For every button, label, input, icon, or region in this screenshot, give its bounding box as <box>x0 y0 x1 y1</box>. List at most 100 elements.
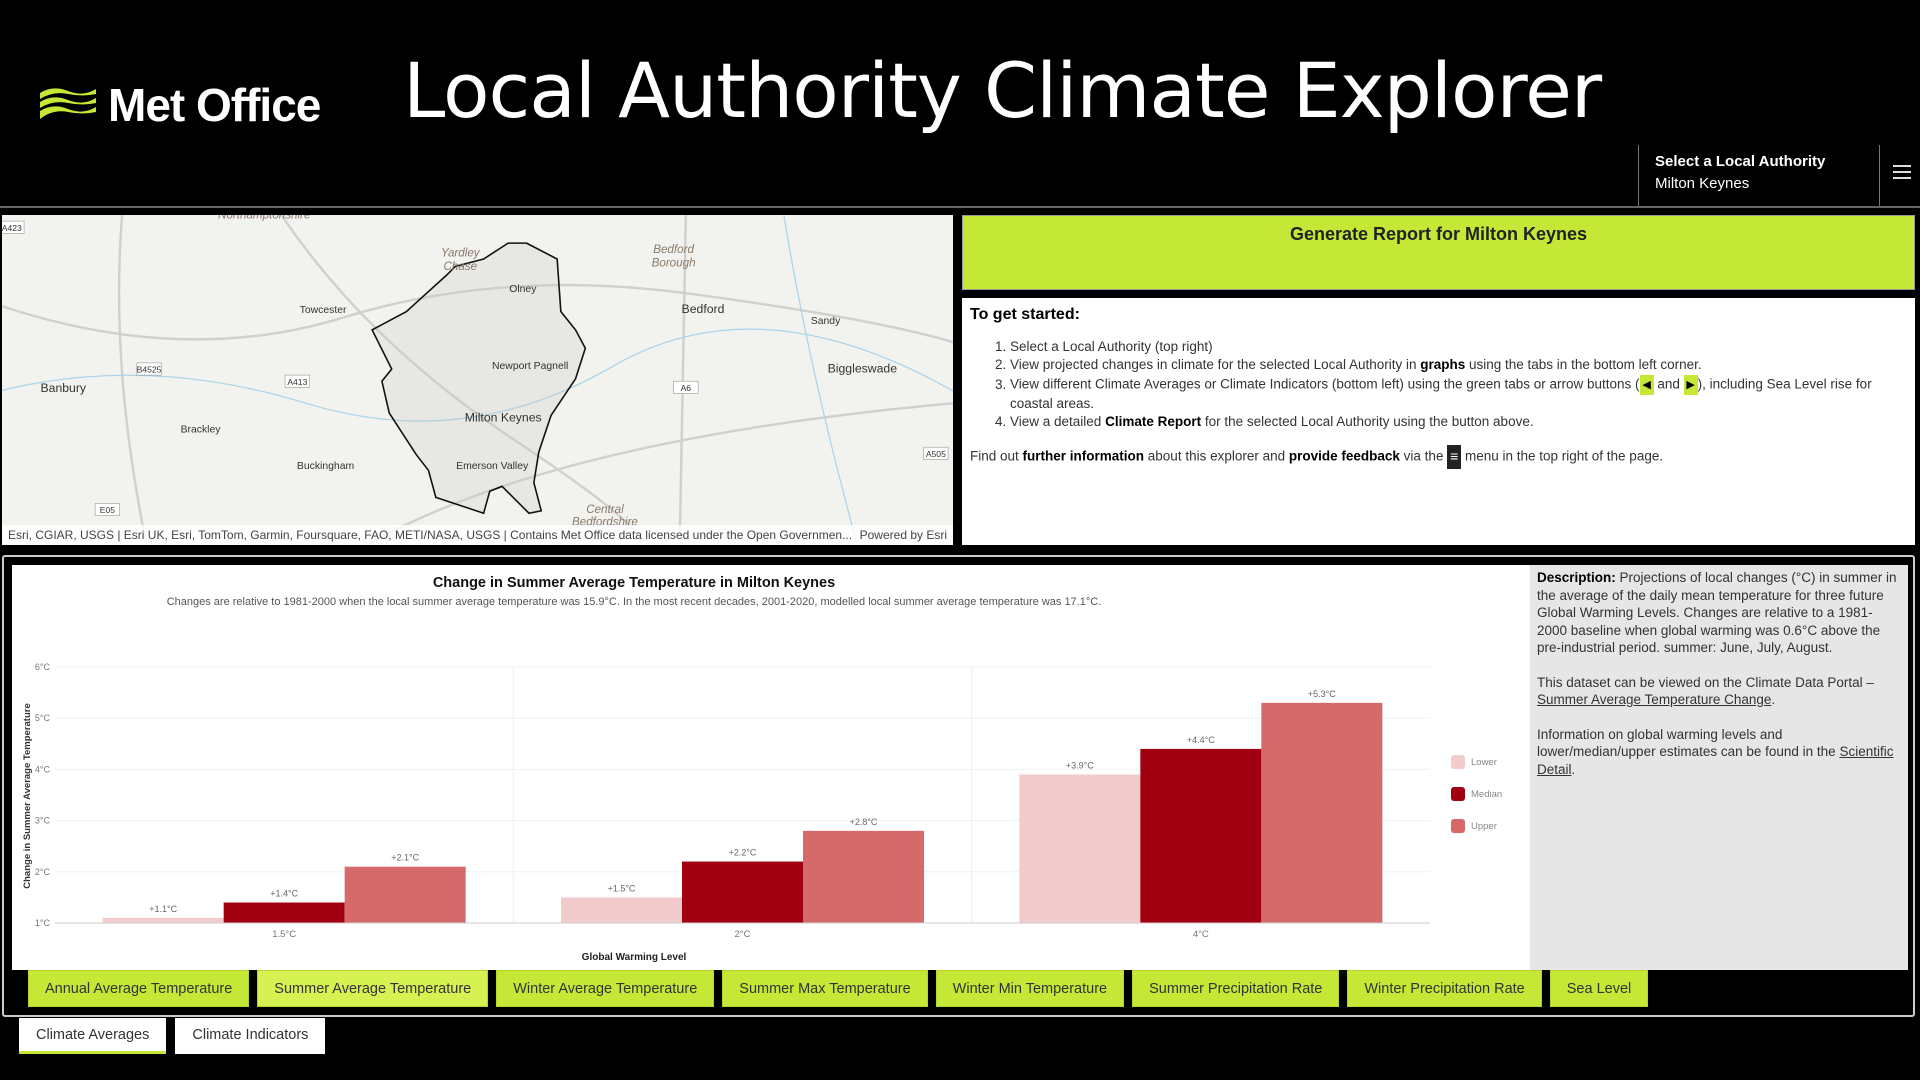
y-tick-label: 1°C <box>35 918 51 928</box>
right-arrow-icon: ▶ <box>1683 375 1698 395</box>
info-text: via the <box>1399 448 1448 464</box>
data-label: +2.1°C <box>391 853 419 863</box>
bar-upper[interactable] <box>803 830 924 923</box>
map-label: Bedford <box>653 243 694 256</box>
y-tick-label: 5°C <box>35 713 51 723</box>
map-label: Emerson Valley <box>456 461 529 472</box>
step-1: Select a Local Authority (top right) <box>1010 338 1907 356</box>
map[interactable]: Northamptonshire Yardley Chase Bedford Borou… <box>2 215 953 545</box>
chart-subtitle: Changes are relative to 1981-2000 when t… <box>167 596 1102 608</box>
indicator-tabs: Annual Average Temperature Summer Average… <box>28 970 1649 1007</box>
step-text: using the tabs in the bottom left corner… <box>1465 357 1702 372</box>
map-label: Milton Keynes <box>465 411 542 425</box>
local-authority-select[interactable]: Select a Local Authority Milton Keynes <box>1638 145 1880 206</box>
powered-by-esri[interactable]: Powered by Esri <box>860 528 947 542</box>
map-label: Borough <box>652 256 696 269</box>
legend-label[interactable]: Lower <box>1471 757 1497 768</box>
legend-label[interactable]: Median <box>1471 789 1502 800</box>
select-value: Milton Keynes <box>1655 175 1750 192</box>
legend-label[interactable]: Upper <box>1471 821 1497 832</box>
data-label: +5.3°C <box>1308 689 1336 699</box>
info-text: menu in the top right of the page. <box>1461 448 1664 464</box>
step-text: and <box>1653 376 1684 392</box>
map-label: Biggleswade <box>828 362 898 376</box>
tab-winter-min-temperature[interactable]: Winter Min Temperature <box>935 970 1125 1007</box>
getting-started-heading: To get started: <box>970 306 1080 323</box>
data-label: +2.8°C <box>850 817 878 827</box>
bar-upper[interactable] <box>1261 702 1383 923</box>
road-label: B4525 <box>137 365 162 375</box>
map-label: Sandy <box>811 316 841 327</box>
x-tick-label: 1.5°C <box>272 929 296 940</box>
map-label: Banbury <box>40 381 86 395</box>
hamburger-icon[interactable] <box>1893 163 1911 181</box>
map-label: Yardley <box>441 247 481 260</box>
tab-climate-averages[interactable]: Climate Averages <box>19 1018 167 1054</box>
step-text: View different Climate Averages or Clima… <box>1010 376 1640 392</box>
info-bold: provide feedback <box>1288 448 1400 464</box>
step-2: View projected changes in climate for th… <box>1010 356 1907 374</box>
legend-swatch[interactable] <box>1451 755 1465 769</box>
bar-upper[interactable] <box>344 866 466 923</box>
bar-chart: Change in Summer Average Temperature in … <box>12 565 1530 970</box>
getting-started-panel: To get started: Select a Local Authority… <box>962 298 1915 545</box>
portal-link[interactable]: Summer Average Temperature Change <box>1537 692 1771 707</box>
tab-climate-indicators[interactable]: Climate Indicators <box>175 1018 326 1054</box>
data-label: +3.9°C <box>1066 761 1094 771</box>
y-axis-label: Change in Summer Average Temperature <box>22 703 33 888</box>
road-label: A423 <box>2 223 22 233</box>
map-canvas[interactable]: NorthamptonshireYardleyChaseBedfordBorou… <box>2 215 953 545</box>
road-label: A413 <box>287 377 307 387</box>
data-label: +2.2°C <box>729 848 757 858</box>
step-text: for the selected Local Authority using t… <box>1201 414 1534 429</box>
data-label: +1.5°C <box>608 883 636 893</box>
info-text: Information on global warming levels and… <box>1537 726 1840 760</box>
map-label: Brackley <box>181 425 222 436</box>
met-office-logo[interactable]: Met Office <box>38 78 321 132</box>
y-tick-label: 6°C <box>35 662 51 672</box>
info-end: . <box>1571 761 1576 777</box>
generate-report-button[interactable]: Generate Report for Milton Keynes <box>962 215 1915 290</box>
road-label: E05 <box>100 505 115 515</box>
bar-lower[interactable] <box>561 897 682 923</box>
legend-swatch[interactable] <box>1451 819 1465 833</box>
left-arrow-icon: ◀ <box>1639 375 1654 395</box>
data-label: +1.1°C <box>149 904 177 914</box>
bar-median[interactable] <box>223 902 345 923</box>
page-title: Local Authority Climate Explorer <box>403 46 1602 135</box>
y-tick-label: 2°C <box>35 867 51 877</box>
category-tabs: Climate Averages Climate Indicators <box>19 1018 326 1054</box>
bar-median[interactable] <box>1140 748 1262 923</box>
step-3: View different Climate Averages or Clima… <box>1010 375 1907 413</box>
map-attribution: Esri, CGIAR, USGS | Esri UK, Esri, TomTo… <box>2 525 953 545</box>
map-label: Towcester <box>300 305 347 316</box>
data-label: +1.4°C <box>270 889 298 899</box>
y-tick-label: 3°C <box>35 816 51 826</box>
tab-sea-level[interactable]: Sea Level <box>1549 970 1649 1007</box>
tab-summer-max-temperature[interactable]: Summer Max Temperature <box>722 970 928 1007</box>
step-4: View a detailed Climate Report for the s… <box>1010 413 1907 431</box>
step-bold: graphs <box>1420 357 1466 372</box>
step-text: Select a Local Authority (top right) <box>1010 339 1213 354</box>
portal-text: This dataset can be viewed on the Climat… <box>1537 674 1874 690</box>
data-label: +4.4°C <box>1187 735 1215 745</box>
bar-lower[interactable] <box>1019 774 1141 923</box>
authority-boundary <box>371 242 587 515</box>
tab-winter-precipitation-rate[interactable]: Winter Precipitation Rate <box>1347 970 1542 1007</box>
x-tick-label: 2°C <box>735 929 751 940</box>
map-label: Chase <box>444 260 478 273</box>
tab-summer-average-temperature[interactable]: Summer Average Temperature <box>257 970 489 1007</box>
x-axis-label: Global Warming Level <box>582 952 687 963</box>
step-bold: Climate Report <box>1105 414 1202 429</box>
bar-lower[interactable] <box>102 917 224 923</box>
tab-winter-average-temperature[interactable]: Winter Average Temperature <box>496 970 715 1007</box>
tab-summer-precipitation-rate[interactable]: Summer Precipitation Rate <box>1132 970 1340 1007</box>
map-label: Buckingham <box>297 461 354 472</box>
waves-logo-icon <box>40 88 96 119</box>
bar-median[interactable] <box>682 861 803 923</box>
hamburger-icon: ≡ <box>1447 445 1462 469</box>
tab-annual-average-temperature[interactable]: Annual Average Temperature <box>28 970 250 1007</box>
description-panel: Description: Projections of local change… <box>1530 565 1908 970</box>
map-label: Olney <box>509 284 537 295</box>
legend-swatch[interactable] <box>1451 787 1465 801</box>
